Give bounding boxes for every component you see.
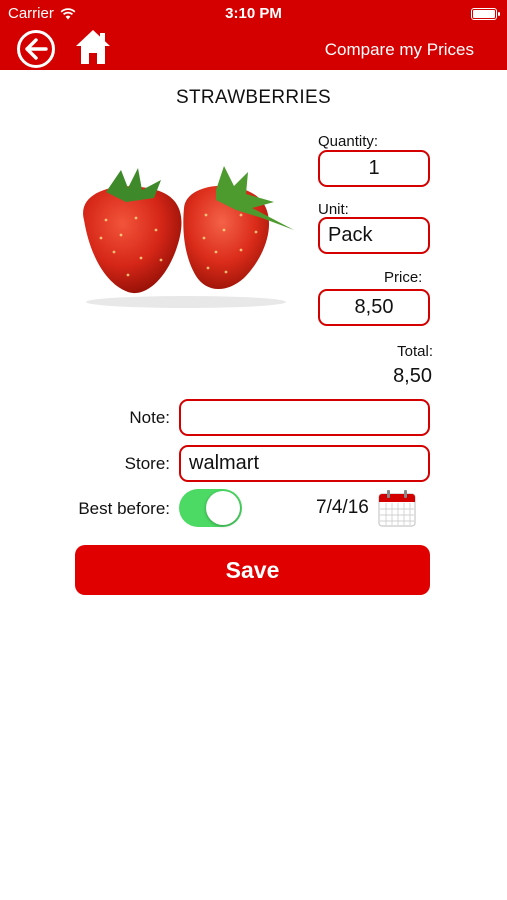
unit-label: Unit:: [318, 201, 349, 218]
store-input[interactable]: walmart: [179, 445, 430, 482]
note-input[interactable]: [179, 399, 430, 436]
quantity-input[interactable]: 1: [318, 150, 430, 187]
arrow-left-icon: [25, 38, 48, 60]
status-bar: Carrier 3:10 PM: [0, 0, 507, 28]
total-value: 8,50: [393, 365, 432, 387]
unit-input[interactable]: Pack: [318, 217, 430, 254]
price-label: Price:: [384, 269, 423, 286]
best-before-toggle[interactable]: [179, 489, 242, 527]
save-button[interactable]: Save: [75, 545, 430, 595]
toggle-knob: [206, 491, 240, 525]
battery-fill: [473, 10, 495, 18]
store-label: Store:: [124, 454, 170, 473]
calendar-icon[interactable]: [378, 489, 416, 527]
note-label: Note:: [129, 408, 170, 427]
best-before-date: 7/4/16: [316, 497, 369, 518]
price-input[interactable]: 8,50: [318, 289, 430, 326]
app-header: Carrier 3:10 PM Compare my Prices: [0, 0, 507, 70]
battery-icon: [471, 8, 500, 20]
product-title: STRAWBERRIES: [176, 87, 331, 108]
home-button[interactable]: [74, 28, 112, 66]
status-time: 3:10 PM: [225, 5, 282, 22]
compare-prices-link[interactable]: Compare my Prices: [325, 40, 474, 60]
best-before-label: Best before:: [78, 499, 170, 518]
product-image: [83, 166, 294, 308]
total-label: Total:: [397, 343, 433, 360]
home-icon: [76, 30, 110, 64]
back-button[interactable]: [17, 30, 55, 68]
quantity-label: Quantity:: [318, 133, 379, 150]
